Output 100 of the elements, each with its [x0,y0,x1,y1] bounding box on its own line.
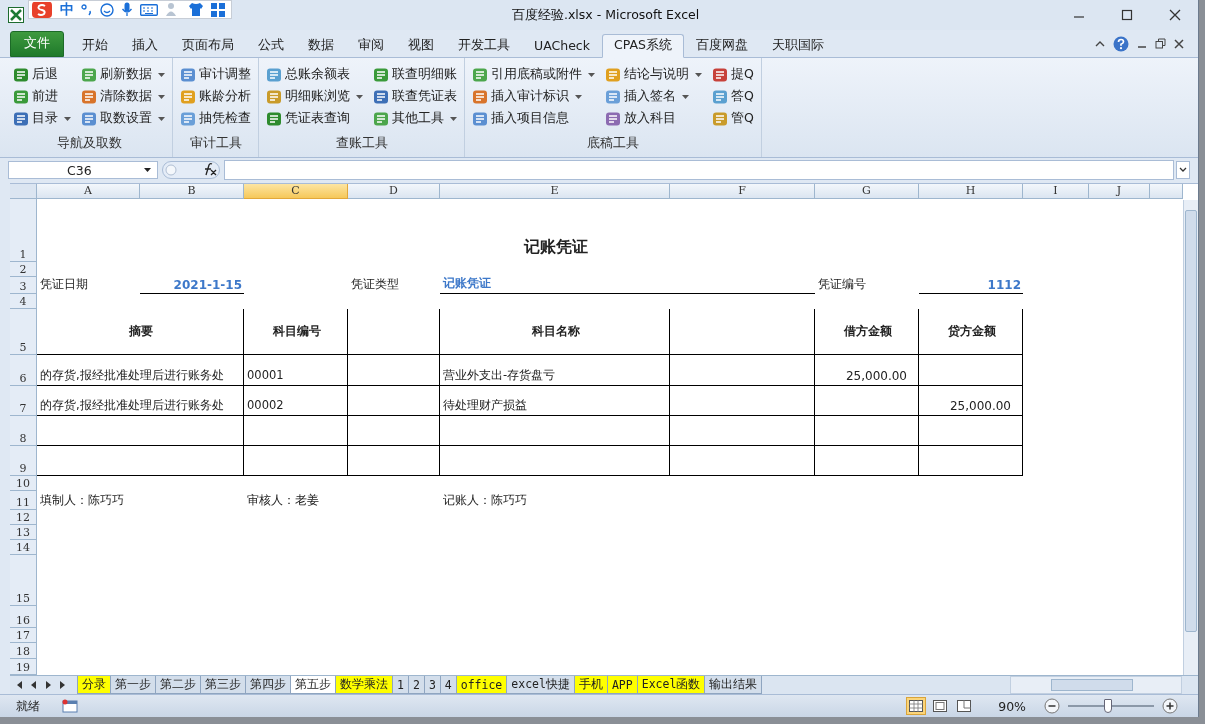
horizontal-scrollbar[interactable] [1010,676,1182,695]
close-icon[interactable] [1169,8,1181,21]
column-header[interactable]: E [440,184,670,200]
ribbon-command[interactable]: 清除数据 [78,85,168,108]
sheet-tab[interactable]: 手机 [573,676,608,695]
ime-mode-label[interactable]: 中 [60,0,74,19]
row-header[interactable]: 9 [10,446,37,477]
column-header[interactable]: C [244,184,348,200]
ribbon-tab[interactable]: 数据 [296,33,346,58]
shirt-icon[interactable] [188,2,204,17]
ribbon-command[interactable]: 插入签名 [602,85,705,108]
row-header[interactable]: 17 [10,628,37,644]
ribbon-command[interactable]: 抽凭检查 [177,107,254,130]
sheet-tab[interactable]: 数学乘法 [335,676,393,695]
ribbon-command[interactable]: 插入审计标识 [469,85,598,108]
ribbon-tab[interactable]: 视图 [396,33,446,58]
maximize-icon[interactable] [1121,8,1133,21]
row-header[interactable]: 14 [10,540,37,556]
column-header[interactable]: G [815,184,919,200]
ribbon-command[interactable]: 明细账浏览 [263,85,366,108]
sheet-tab[interactable]: excel快捷 [506,676,575,695]
ribbon-tab[interactable]: UACheck [522,33,602,58]
ribbon-tab[interactable]: 页面布局 [170,33,246,58]
zoom-in-icon[interactable] [1162,698,1178,715]
ribbon-tab[interactable]: 天职国际 [759,33,836,58]
ribbon-command[interactable]: 刷新数据 [78,63,168,86]
smiley-icon[interactable] [100,2,114,17]
column-header[interactable]: D [348,184,440,200]
file-tab[interactable]: 文件 [10,30,64,57]
fx-icon[interactable] [162,161,220,180]
ribbon-tab[interactable]: 百度网盘 [683,33,760,58]
ribbon-tab[interactable]: 公式 [246,33,296,58]
sheet-tab[interactable]: 第四步 [245,676,291,695]
ribbon-tab[interactable]: CPAS系统 [601,33,684,58]
ribbon-command[interactable]: 结论与说明 [602,63,705,86]
sheet-tab[interactable]: 第三步 [200,676,246,695]
row-header[interactable]: 3 [10,277,37,295]
microphone-icon[interactable] [121,2,133,17]
column-header[interactable]: F [670,184,815,200]
row-header[interactable]: 18 [10,643,37,660]
ribbon-command[interactable]: 引用底稿或附件 [469,63,598,86]
ribbon-command[interactable]: 管Q [709,107,757,130]
ribbon-command[interactable]: 账龄分析 [177,85,254,108]
ribbon-command[interactable]: 审计调整 [177,63,254,86]
row-header[interactable]: 11 [10,491,37,511]
sheet-tab[interactable]: APP [606,676,638,695]
row-header[interactable]: 2 [10,262,37,278]
sheet-tab[interactable]: 第五步 [290,676,336,695]
row-header[interactable]: 19 [10,659,37,676]
ribbon-command[interactable]: 凭证表查询 [263,107,366,130]
row-header[interactable]: 12 [10,510,37,526]
help-icon[interactable] [1113,35,1129,52]
zoom-out-icon[interactable] [1044,698,1060,715]
ribbon-tab[interactable]: 开发工具 [446,33,522,58]
input-method-toolbar[interactable]: 中 [28,0,232,19]
zoom-slider-thumb[interactable] [1104,699,1113,714]
vertical-scrollbar[interactable] [1183,200,1198,676]
ribbon-command[interactable]: 目录 [10,107,74,130]
column-header[interactable]: H [919,184,1023,200]
name-box[interactable]: C36 [8,161,158,180]
ribbon-command[interactable]: 答Q [709,85,757,108]
sheet-tab[interactable]: 分录 [77,676,111,695]
sheet-tab[interactable]: office [455,676,508,695]
sheet-tab[interactable]: 第一步 [110,676,156,695]
sheet-tab[interactable]: 1 [392,676,409,695]
row-header[interactable]: 7 [10,386,37,417]
sheet-tab[interactable]: Excel函数 [636,676,706,695]
keyboard-icon[interactable] [140,2,158,17]
zoom-percentage[interactable]: 90% [998,698,1026,714]
ribbon-command[interactable]: 其他工具 [370,107,460,130]
ribbon-command[interactable]: 提Q [709,63,757,86]
ribbon-tab[interactable]: 审阅 [346,33,396,58]
sheet-tab[interactable]: 第二步 [155,676,201,695]
column-header[interactable]: J [1089,184,1150,200]
column-header[interactable]: B [140,184,244,200]
formula-input[interactable] [224,160,1174,181]
punctuation-icon[interactable] [81,2,93,17]
row-header[interactable]: 6 [10,355,37,387]
ribbon-tab[interactable]: 开始 [70,33,120,58]
close-icon[interactable] [1174,38,1184,49]
restore-icon[interactable] [1155,38,1166,49]
expand-icon[interactable] [1176,161,1190,180]
view-button[interactable] [906,697,927,716]
row-header[interactable]: 13 [10,525,37,541]
grid-icon[interactable] [211,2,225,17]
macro-record-icon[interactable] [62,699,78,714]
row-header[interactable]: 5 [10,309,37,356]
column-header[interactable]: A [37,184,140,200]
ribbon-command[interactable]: 放入科目 [602,107,705,130]
ribbon-command[interactable]: 取数设置 [78,107,168,130]
column-header[interactable]: I [1023,184,1089,200]
row-header[interactable]: 1 [10,199,37,263]
row-header[interactable]: 8 [10,416,37,447]
row-header[interactable]: 10 [10,476,37,492]
ribbon-command[interactable]: 后退 [10,63,74,86]
row-header[interactable]: 15 [10,555,37,607]
ribbon-command[interactable]: 联查凭证表 [370,85,460,108]
ribbon-command[interactable]: 插入项目信息 [469,107,598,130]
ribbon-tab[interactable]: 插入 [120,33,170,58]
ribbon-command[interactable]: 总账余额表 [263,63,366,86]
